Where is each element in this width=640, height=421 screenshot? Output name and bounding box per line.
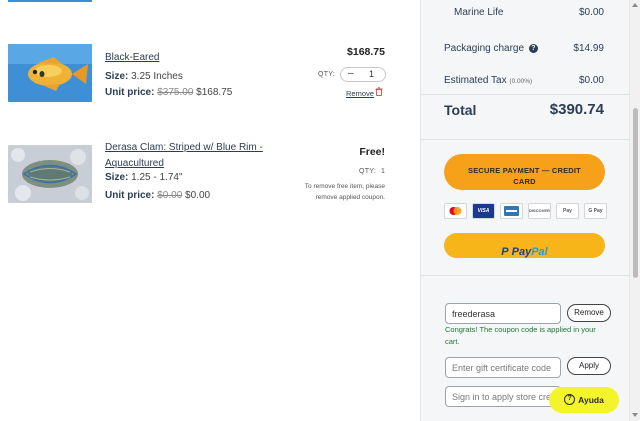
unit-price: Unit price: $375.00 $168.75: [105, 86, 232, 100]
product-image-derasa-clam[interactable]: [8, 145, 92, 203]
tax-amount: $0.00: [578, 75, 604, 86]
summary-divider: [421, 94, 629, 95]
size-value: 1.25 - 1.74": [131, 172, 183, 183]
unit-price-label: Unit price:: [105, 190, 155, 201]
quantity-value: 1: [381, 168, 386, 175]
coupon-success-message: Congrats! The coupon code is applied in …: [445, 325, 596, 346]
product-size: Size: 3.25 Inches: [105, 70, 183, 84]
tax-label: Estimated Tax: [444, 75, 507, 86]
product-image-black-eared[interactable]: [8, 44, 92, 102]
tax-label-wrap: Estimated Tax (0.00%): [444, 75, 532, 86]
cart-items: Black-Eared Size: 3.25 Inches Unit price…: [0, 0, 420, 421]
qty-label: QTY:: [359, 168, 377, 175]
page-scrollbar[interactable]: [629, 0, 640, 421]
note-line-2: remove applied coupon.: [315, 194, 385, 201]
paypal-button[interactable]: P PayPal: [444, 233, 605, 258]
product-name-link[interactable]: Derasa Clam: Striped w/ Blue Rim - Aquac…: [105, 140, 263, 172]
paypal-icon: P: [501, 246, 509, 258]
note-line-1: To remove free item, please: [304, 183, 385, 190]
scrollbar-thumb[interactable]: [633, 108, 638, 278]
scroll-down-icon[interactable]: [632, 413, 638, 417]
quantity-stepper[interactable]: – 1: [340, 67, 386, 82]
question-icon: ?: [564, 394, 576, 406]
packaging-label: Packaging charge: [444, 43, 525, 54]
total-label: Total: [444, 102, 477, 118]
apple-pay-icon: Pay: [556, 203, 579, 219]
payment-methods: VISA DISCOVER Pay G Pay: [444, 203, 609, 220]
help-icon[interactable]: ?: [528, 43, 538, 53]
size-label: Size:: [105, 172, 129, 183]
unit-price: Unit price: $0.00 $0.00: [105, 189, 210, 203]
summary-divider: [421, 139, 629, 140]
product-name-line-2: Aquacultured: [105, 158, 164, 169]
amex-icon: [500, 203, 523, 219]
secure-payment-line-1: SECURE PAYMENT — CREDIT: [468, 165, 581, 175]
trash-icon[interactable]: [375, 87, 383, 96]
product-name-link[interactable]: Black-Eared: [105, 50, 159, 66]
secure-payment-line-2: CARD: [513, 176, 536, 186]
remove-item-link[interactable]: Remove: [346, 89, 374, 98]
help-label: Ayuda: [578, 395, 604, 405]
line-total: $168.75: [347, 46, 385, 58]
google-pay-icon: G Pay: [584, 203, 607, 219]
sale-price: $168.75: [196, 87, 233, 98]
tax-rate: (0.00%): [509, 78, 533, 85]
product-size: Size: 1.25 - 1.74": [105, 171, 183, 185]
previous-item-image-edge: [8, 0, 92, 2]
original-price: $375.00: [157, 87, 194, 98]
packaging-amount: $14.99: [573, 43, 604, 54]
gift-certificate-input[interactable]: [445, 357, 561, 378]
apply-gift-button[interactable]: Apply: [567, 357, 611, 375]
summary-divider: [421, 275, 629, 276]
paypal-logo: P PayPal: [501, 246, 547, 258]
decrement-button[interactable]: –: [348, 68, 354, 79]
line-total: Free!: [359, 146, 385, 158]
unit-price-label: Unit price:: [105, 87, 155, 98]
size-value: 3.25 Inches: [131, 71, 183, 82]
help-chat-button[interactable]: ? Ayuda: [549, 387, 619, 413]
sale-price: $0.00: [185, 190, 211, 201]
coupon-code-input[interactable]: [445, 303, 561, 324]
size-label: Size:: [105, 71, 129, 82]
marine-life-amount: $0.00: [578, 7, 604, 18]
store-credit-input[interactable]: [445, 386, 561, 407]
qty-label: QTY:: [318, 71, 336, 78]
remove-coupon-button[interactable]: Remove: [567, 304, 611, 322]
original-price: $0.00: [157, 190, 183, 201]
visa-icon: VISA: [472, 203, 495, 219]
scroll-up-icon[interactable]: [632, 3, 638, 7]
free-item-note: To remove free item, please remove appli…: [275, 181, 385, 203]
quantity-value[interactable]: 1: [369, 69, 374, 79]
discover-icon: DISCOVER: [528, 203, 551, 219]
secure-payment-button[interactable]: SECURE PAYMENT — CREDIT CARD: [444, 154, 605, 190]
total-amount: $390.74: [549, 101, 604, 118]
paypal-word-2: Pal: [531, 246, 548, 258]
product-name-line-1: Derasa Clam: Striped w/ Blue Rim -: [105, 142, 263, 153]
paypal-word-1: Pay: [511, 246, 532, 258]
mastercard-icon: [444, 203, 467, 219]
marine-life-label: Marine Life: [454, 7, 504, 18]
packaging-label-wrap: Packaging charge ?: [444, 43, 538, 54]
